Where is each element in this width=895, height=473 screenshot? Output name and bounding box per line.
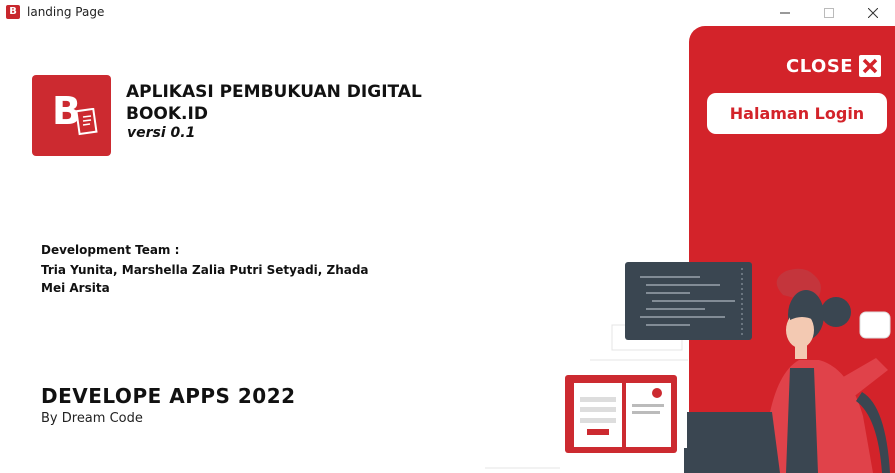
window-title: landing Page [27,5,105,19]
app-version: versi 0.1 [127,125,196,141]
login-page-button[interactable]: Halaman Login [707,93,887,134]
close-button[interactable]: CLOSE [786,54,882,78]
developer-illustration [485,262,891,473]
laptop [687,412,780,473]
app-logo: B [32,75,111,156]
app-name: APLIKASI PEMBUKUAN DIGITAL BOOK.ID [126,82,422,124]
window-close-button[interactable] [851,0,895,26]
minimize-button[interactable] [763,0,807,26]
minimize-icon [780,12,790,14]
team-label: Development Team : [41,243,180,257]
close-label: CLOSE [786,55,854,77]
close-icon [868,8,878,18]
maximize-icon [824,8,834,18]
document-icon [76,108,98,136]
maximize-button[interactable] [807,0,851,26]
footer-byline: By Dream Code [41,411,143,426]
app-icon: B [6,5,20,19]
close-x-icon [859,55,882,77]
team-members: Tria Yunita, Marshella Zalia Putri Setya… [41,263,369,295]
window-titlebar: B landing Page [0,0,895,26]
footer-headline: DEVELOPE APPS 2022 [41,384,296,408]
